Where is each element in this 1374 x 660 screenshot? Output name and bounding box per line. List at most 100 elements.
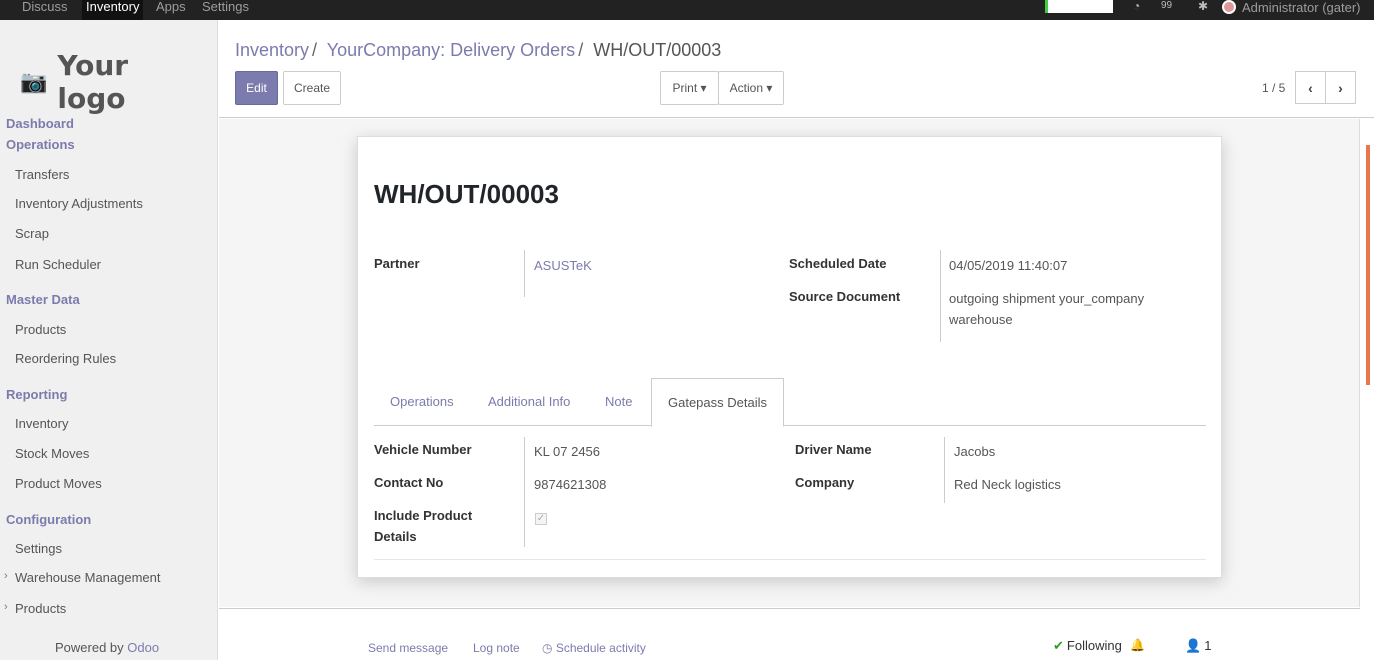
source-document-label: Source Document: [789, 289, 901, 304]
schedule-activity-button[interactable]: ◷ Schedule activity: [542, 641, 646, 655]
contact-no-value: 9874621308: [534, 477, 607, 492]
clock-icon: ◷: [542, 641, 556, 655]
tab-gatepass-details[interactable]: Gatepass Details: [651, 378, 784, 427]
sidebar-item-settings[interactable]: Settings: [15, 541, 62, 556]
logo-text: Your logo: [57, 49, 129, 115]
camera-icon: 📷: [20, 69, 48, 95]
sidebar-item-product-moves[interactable]: Product Moves: [15, 476, 102, 491]
contact-no-label: Contact No: [374, 475, 444, 490]
menu-settings[interactable]: Settings: [198, 0, 253, 20]
powered-by-text: Powered by: [55, 640, 124, 655]
followers-button[interactable]: 👤 1: [1185, 638, 1211, 654]
sidebar-item-reordering-rules[interactable]: Reordering Rules: [15, 351, 116, 366]
bug-icon[interactable]: ✱: [1198, 0, 1208, 12]
pager-next-button[interactable]: ›: [1325, 71, 1356, 104]
field-separator: [940, 250, 941, 342]
source-document-value-line2: warehouse: [949, 312, 1013, 327]
divider: [374, 559, 1206, 560]
followers-count: 1: [1204, 638, 1212, 653]
breadcrumb: Inventory / YourCompany: Delivery Orders /…: [235, 40, 721, 61]
breadcrumb-inventory[interactable]: Inventory: [235, 40, 309, 60]
top-navbar: Discuss Inventory Apps Settings ◔ 99 ✱ A…: [0, 0, 1374, 20]
field-separator: [944, 437, 945, 503]
menu-apps[interactable]: Apps: [152, 0, 190, 20]
powered-by-brand[interactable]: Odoo: [127, 640, 159, 655]
following-button[interactable]: ✔ Following: [1053, 638, 1122, 654]
activity-icon[interactable]: ◔: [1133, 0, 1140, 12]
person-icon: 👤: [1185, 638, 1202, 653]
breadcrumb-delivery-orders[interactable]: YourCompany: Delivery Orders: [327, 40, 575, 60]
chatter: Send message Log note ◷ Schedule activit…: [219, 608, 1360, 660]
caret-right-icon: ›: [4, 601, 8, 613]
sidebar-section-master-data[interactable]: Master Data: [6, 292, 80, 307]
breadcrumb-separator: /: [312, 40, 318, 60]
pager-previous-button[interactable]: ‹: [1295, 71, 1326, 104]
menu-discuss[interactable]: Discuss: [18, 0, 72, 20]
form-sheet: WH/OUT/00003 Partner ASUSTeK Scheduled D…: [357, 136, 1222, 578]
send-message-button[interactable]: Send message: [368, 641, 448, 655]
menu-inventory[interactable]: Inventory: [82, 0, 144, 20]
sidebar-item-label: Products: [15, 601, 67, 616]
include-product-label-line2: Details: [374, 529, 417, 544]
sidebar: 📷 Your logo Dashboard Operations Transfe…: [0, 20, 218, 660]
include-product-checkbox: ✓: [535, 513, 547, 525]
chevron-right-icon: ›: [1338, 79, 1343, 96]
sidebar-item-warehouse-management[interactable]: › Warehouse Management: [4, 570, 161, 585]
sidebar-item-transfers[interactable]: Transfers: [15, 167, 69, 182]
tab-operations[interactable]: Operations: [374, 378, 470, 426]
chevron-left-icon: ‹: [1308, 79, 1313, 96]
bell-icon[interactable]: 🔔: [1130, 638, 1145, 652]
breadcrumb-current: WH/OUT/00003: [593, 40, 722, 60]
company-value: Red Neck logistics: [954, 477, 1061, 492]
source-document-value-line1: outgoing shipment your_company: [949, 291, 1145, 306]
sidebar-section-reporting[interactable]: Reporting: [6, 387, 67, 402]
sidebar-section-configuration[interactable]: Configuration: [6, 512, 91, 527]
sidebar-item-products[interactable]: Products: [15, 322, 66, 337]
field-separator: [524, 250, 525, 297]
notebook-tabs: Operations Additional Info Note Gatepass…: [374, 378, 1206, 427]
vehicle-number-value: KL 07 2456: [534, 444, 601, 459]
sidebar-section-dashboard[interactable]: Dashboard: [6, 116, 74, 131]
edit-button[interactable]: Edit: [235, 71, 278, 105]
scheduled-date-label: Scheduled Date: [789, 256, 887, 271]
chat-icon[interactable]: 99: [1161, 0, 1172, 12]
sidebar-section-operations[interactable]: Operations: [6, 137, 75, 152]
following-label: Following: [1066, 638, 1122, 653]
action-button[interactable]: Action ▾: [718, 71, 784, 105]
driver-name-value: Jacobs: [954, 444, 996, 459]
log-note-button[interactable]: Log note: [473, 641, 520, 655]
check-icon: ✔: [1053, 638, 1064, 653]
vehicle-number-label: Vehicle Number: [374, 442, 472, 457]
schedule-activity-label: Schedule activity: [555, 641, 646, 655]
company-label: Company: [795, 475, 855, 490]
scrollbar[interactable]: [1366, 145, 1370, 385]
create-button[interactable]: Create: [283, 71, 341, 105]
sidebar-item-inventory-report[interactable]: Inventory: [15, 416, 68, 431]
company-logo: 📷 Your logo: [20, 47, 198, 117]
avatar: [1222, 0, 1236, 14]
user-name: Administrator (gater): [1242, 0, 1361, 15]
sidebar-item-label: Warehouse Management: [15, 570, 161, 585]
include-product-label-line1: Include Product: [374, 508, 473, 523]
record-title: WH/OUT/00003: [374, 179, 559, 209]
pager-value[interactable]: 1 / 5: [1262, 81, 1285, 95]
caret-right-icon: ›: [4, 570, 8, 582]
partner-value[interactable]: ASUSTeK: [534, 255, 592, 276]
systray-widget[interactable]: [1045, 0, 1113, 13]
sidebar-item-run-scheduler[interactable]: Run Scheduler: [15, 257, 101, 272]
tab-additional-info[interactable]: Additional Info: [472, 378, 586, 426]
partner-label: Partner: [374, 256, 420, 271]
sidebar-item-config-products[interactable]: › Products: [4, 601, 67, 616]
driver-name-label: Driver Name: [795, 442, 872, 457]
powered-by: Powered by Odoo: [55, 640, 159, 655]
breadcrumb-separator: /: [578, 40, 584, 60]
control-panel: Inventory / YourCompany: Delivery Orders /…: [219, 20, 1374, 118]
field-separator: [524, 437, 525, 547]
user-menu[interactable]: Administrator (gater): [1222, 0, 1360, 14]
scheduled-date-value: 04/05/2019 11:40:07: [949, 258, 1068, 273]
sidebar-item-stock-moves[interactable]: Stock Moves: [15, 446, 89, 461]
sidebar-item-scrap[interactable]: Scrap: [15, 226, 49, 241]
print-button[interactable]: Print ▾: [660, 71, 719, 105]
tab-note[interactable]: Note: [589, 378, 648, 426]
sidebar-item-inventory-adjustments[interactable]: Inventory Adjustments: [15, 196, 143, 211]
